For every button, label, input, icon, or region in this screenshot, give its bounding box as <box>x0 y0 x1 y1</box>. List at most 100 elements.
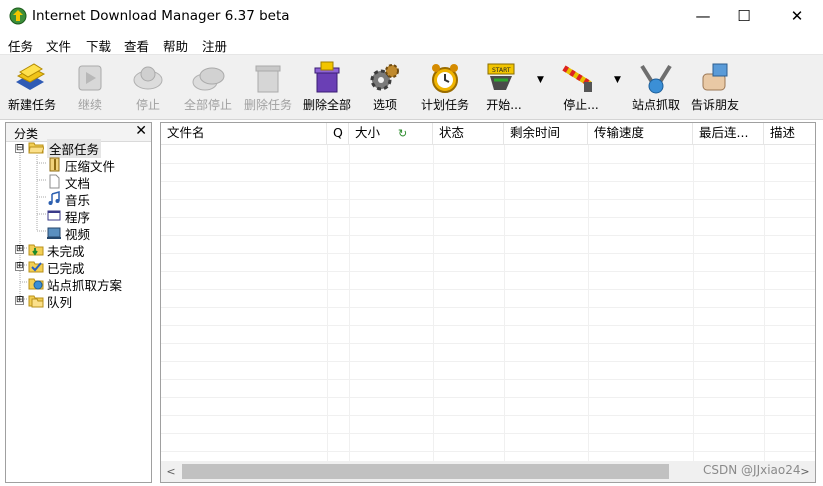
tree-item-programs[interactable]: 程序 <box>6 207 151 225</box>
column-queue[interactable]: Q <box>327 123 349 145</box>
menu-view[interactable]: 查看 <box>124 36 149 55</box>
delete-task-button[interactable]: 删除任务 <box>238 55 298 120</box>
tree-item-all-tasks[interactable]: ⊟ 全部任务 <box>6 139 151 158</box>
categories-panel: 分类 ✕ ⊟ 全部任务 压缩文件 文档 音乐 程序 视频 ⊞ 未完成 ⊞ 已完成… <box>5 122 152 483</box>
program-icon <box>47 210 61 221</box>
menu-bar: 任务 文件 下载 查看 帮助 注册 <box>0 33 823 55</box>
column-filename[interactable]: 文件名 <box>161 123 327 145</box>
start-queue-button[interactable]: START 开始... <box>478 55 530 120</box>
resume-icon <box>78 65 102 91</box>
site-grabber-label: 站点抓取 <box>631 98 680 112</box>
document-icon <box>49 174 60 189</box>
maximize-button[interactable]: ☐ <box>721 0 767 32</box>
column-status[interactable]: 状态 <box>433 123 504 145</box>
tree-item-video[interactable]: 视频 <box>6 224 151 242</box>
tree-item-compressed[interactable]: 压缩文件 <box>6 156 151 174</box>
tell-friend-button[interactable]: 告诉朋友 <box>686 55 744 120</box>
delete-all-label: 删除全部 <box>302 98 351 112</box>
finished-folder-icon <box>28 261 44 273</box>
site-grabber-icon <box>640 64 672 94</box>
column-time-left[interactable]: 剩余时间 <box>504 123 588 145</box>
grid-row-line <box>161 361 815 362</box>
scheduler-clock-icon <box>432 64 458 93</box>
grid-row-line <box>161 235 815 236</box>
grid-row-line <box>161 451 815 452</box>
grid-row-line <box>161 181 815 182</box>
sort-indicator-icon: ↻ <box>398 127 408 140</box>
scheduler-label: 计划任务 <box>420 98 469 112</box>
menu-download[interactable]: 下载 <box>86 36 111 55</box>
stop-queue-dropdown[interactable]: ▼ <box>614 75 621 85</box>
grid-column-line <box>349 145 350 461</box>
archive-icon <box>49 157 60 172</box>
delete-all-button[interactable]: 删除全部 <box>298 55 356 120</box>
scroll-left-icon[interactable]: < <box>163 463 179 480</box>
column-size[interactable]: 大小 ↻ <box>349 123 433 145</box>
stop-button[interactable]: 停止 <box>120 55 176 120</box>
options-gear-icon <box>370 64 399 91</box>
grid-column-line <box>693 145 694 461</box>
stop-queue-label: 停止... <box>563 98 599 112</box>
tree-expand-icon[interactable]: ⊞ <box>15 296 24 305</box>
stop-label: 停止 <box>135 98 160 112</box>
tree-expand-icon[interactable]: ⊞ <box>15 245 24 254</box>
watermark: CSDN @JJxiao24 <box>703 463 801 477</box>
stop-all-icon <box>192 67 225 91</box>
column-description[interactable]: 描述 <box>764 123 815 145</box>
tree-item-grabber-projects[interactable]: 站点抓取方案 <box>6 275 151 293</box>
grid-column-line <box>327 145 328 461</box>
menu-file[interactable]: 文件 <box>46 36 71 55</box>
stop-icon <box>133 66 163 90</box>
tree-item-music[interactable]: 音乐 <box>6 190 151 208</box>
grid-row-line <box>161 163 815 164</box>
svg-text:START: START <box>492 67 511 74</box>
grid-row-line <box>161 289 815 290</box>
options-button[interactable]: 选项 <box>356 55 414 120</box>
grid-row-line <box>161 307 815 308</box>
window-title: Internet Download Manager 6.37 beta <box>32 8 290 24</box>
stop-all-button[interactable]: 全部停止 <box>178 55 238 120</box>
video-icon <box>47 227 61 239</box>
stop-all-label: 全部停止 <box>183 98 232 112</box>
grid-row-line <box>161 433 815 434</box>
site-grabber-button[interactable]: 站点抓取 <box>628 55 684 120</box>
scheduler-button[interactable]: 计划任务 <box>414 55 476 120</box>
queues-folder-icon <box>28 295 44 308</box>
grid-column-line <box>504 145 505 461</box>
tree-item-documents[interactable]: 文档 <box>6 173 151 191</box>
music-icon <box>48 191 60 205</box>
close-button[interactable]: ✕ <box>774 0 820 32</box>
resume-button[interactable]: 继续 <box>62 55 118 120</box>
toolbar: 新建任务 继续 停止 全部停止 删除任务 删除全部 选项 计划任务 START … <box>0 55 823 120</box>
tree-item-queues[interactable]: ⊞ 队列 <box>6 292 151 310</box>
stop-queue-button[interactable]: 停止... <box>552 55 610 120</box>
column-transfer-rate[interactable]: 传输速度 <box>588 123 693 145</box>
tree-item-finished[interactable]: ⊞ 已完成 <box>6 258 151 276</box>
menu-task[interactable]: 任务 <box>8 36 33 55</box>
new-task-button[interactable]: 新建任务 <box>2 55 62 120</box>
grid-row-line <box>161 325 815 326</box>
delete-all-icon <box>314 61 340 93</box>
resume-label: 继续 <box>77 98 102 112</box>
start-queue-icon: START <box>487 63 515 90</box>
menu-register[interactable]: 注册 <box>202 36 227 55</box>
download-list: 文件名 Q 大小 ↻ 状态 剩余时间 传输速度 最后连... 描述 < > <box>160 122 816 483</box>
options-label: 选项 <box>372 98 397 112</box>
tree-label-queues: 队列 <box>47 295 73 310</box>
tree-collapse-icon[interactable]: ⊟ <box>15 144 24 153</box>
grid-row-line <box>161 415 815 416</box>
minimize-button[interactable]: — <box>680 0 726 32</box>
title-bar: Internet Download Manager 6.37 beta — ☐ … <box>0 0 823 33</box>
grid-row-line <box>161 343 815 344</box>
scroll-thumb[interactable] <box>182 464 669 479</box>
delete-task-icon <box>255 65 281 93</box>
stop-queue-icon <box>562 65 592 92</box>
menu-help[interactable]: 帮助 <box>163 36 188 55</box>
start-queue-label: 开始... <box>486 98 522 112</box>
tree-item-unfinished[interactable]: ⊞ 未完成 <box>6 241 151 259</box>
tell-friend-label: 告诉朋友 <box>690 98 739 112</box>
tree-expand-icon[interactable]: ⊞ <box>15 262 24 271</box>
column-last-try[interactable]: 最后连... <box>693 123 764 145</box>
grid-row-line <box>161 217 815 218</box>
start-queue-dropdown[interactable]: ▼ <box>537 75 544 85</box>
